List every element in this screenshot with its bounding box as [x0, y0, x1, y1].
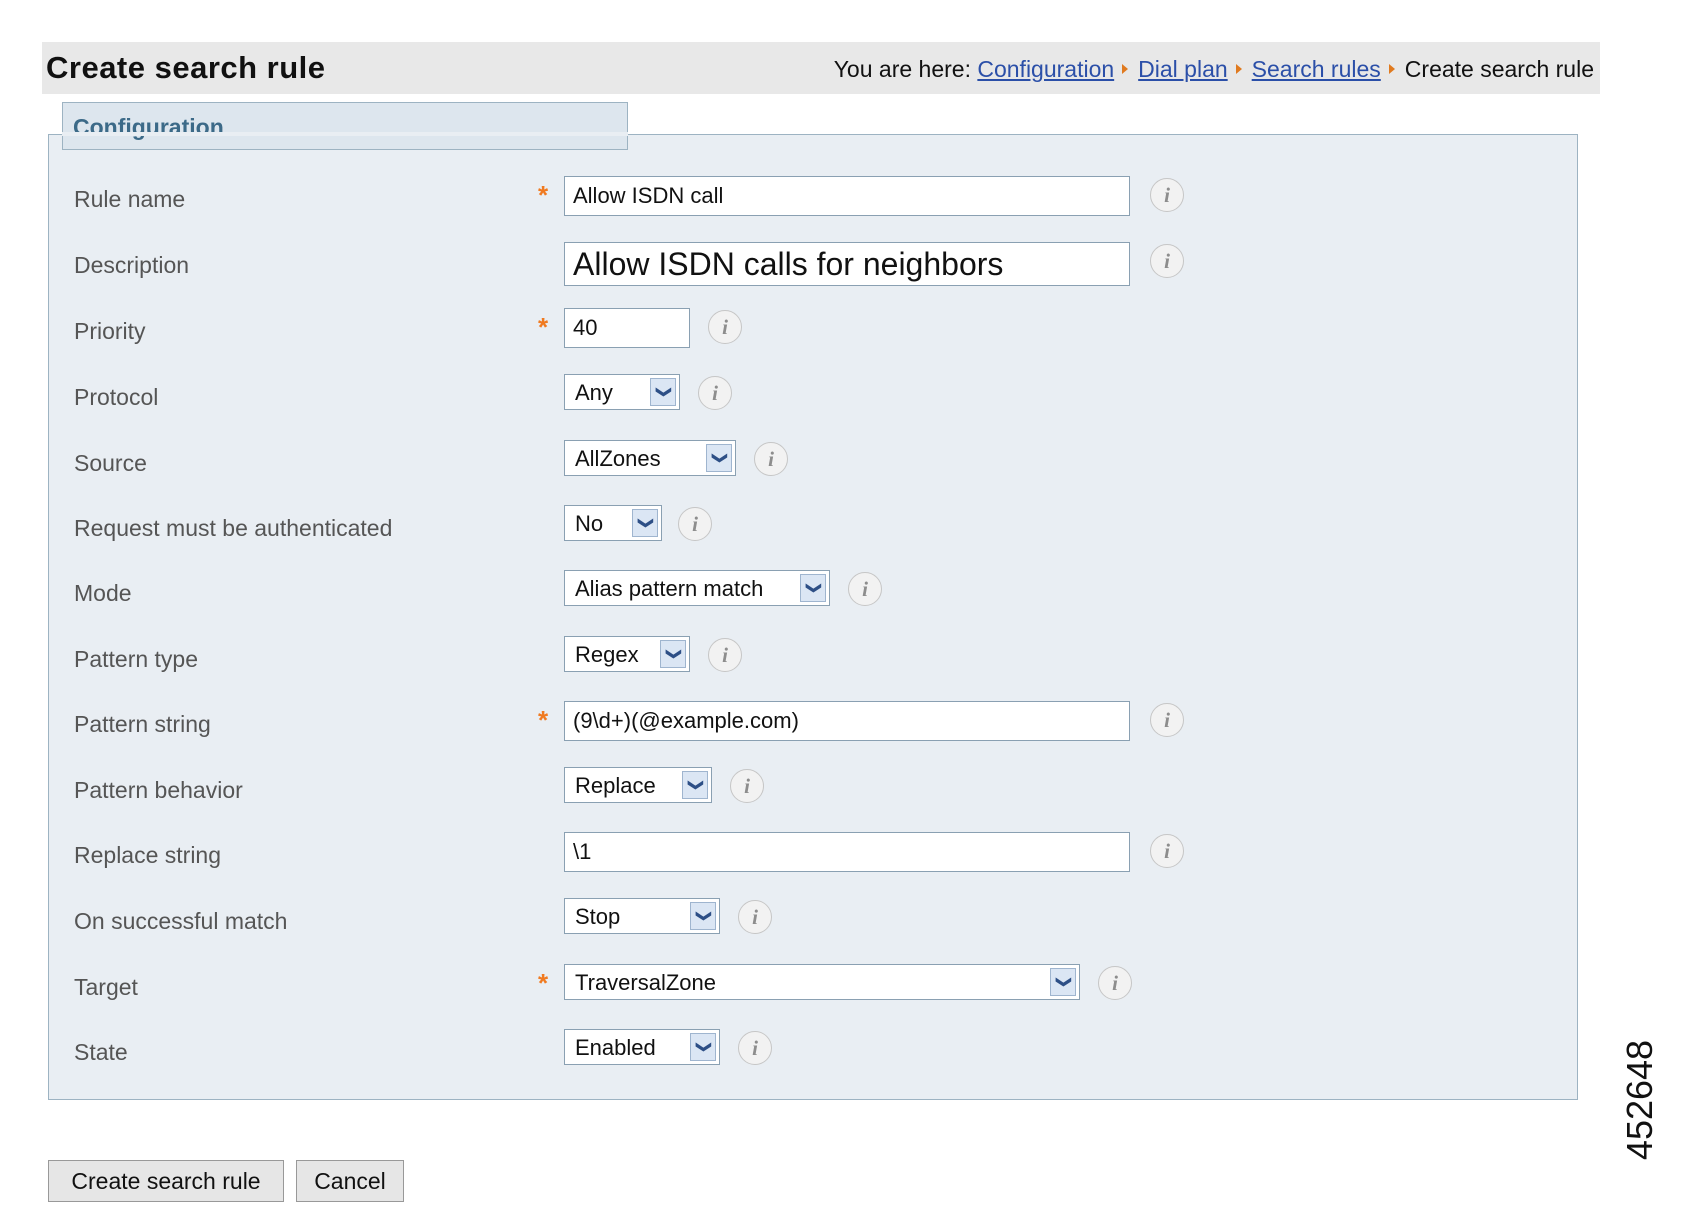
form-row-priority: Priority * i	[48, 308, 1578, 352]
on-successful-match-label: On successful match	[74, 908, 288, 934]
breadcrumb-current: Create search rule	[1404, 56, 1594, 82]
priority-input[interactable]	[565, 309, 689, 347]
description-input[interactable]	[565, 243, 1129, 285]
required-marker: *	[538, 705, 549, 735]
chevron-down-icon[interactable]: ❯	[660, 640, 686, 668]
info-icon[interactable]: i	[708, 638, 742, 672]
protocol-value: Any	[575, 380, 613, 405]
replace-string-label: Replace string	[74, 842, 222, 868]
breadcrumb-separator-icon	[1235, 64, 1242, 75]
required-marker: *	[538, 180, 549, 210]
pattern-string-label: Pattern string	[74, 711, 211, 737]
required-marker: *	[538, 312, 549, 342]
source-value: AllZones	[575, 446, 661, 471]
section-title: Configuration	[73, 114, 224, 140]
pattern-behavior-select[interactable]: Replace ❯	[564, 767, 712, 803]
pattern-type-value: Regex	[575, 642, 639, 667]
description-field[interactable]	[564, 242, 1130, 286]
authenticated-value: No	[575, 511, 604, 536]
pattern-behavior-value: Replace	[575, 773, 656, 798]
form-row-pattern-behavior: Pattern behavior Replace ❯ i	[48, 767, 1578, 811]
pattern-string-input[interactable]	[565, 702, 1129, 740]
info-icon[interactable]: i	[698, 376, 732, 410]
create-search-rule-button[interactable]: Create search rule	[48, 1160, 284, 1202]
protocol-select[interactable]: Any ❯	[564, 374, 680, 410]
info-icon[interactable]: i	[708, 310, 742, 344]
breadcrumb-link-configuration[interactable]: Configuration	[977, 56, 1114, 82]
rule-name-input[interactable]	[565, 177, 1129, 215]
info-icon[interactable]: i	[754, 442, 788, 476]
chevron-down-icon[interactable]: ❯	[706, 444, 732, 472]
form-row-mode: Mode Alias pattern match ❯ i	[48, 570, 1578, 614]
form-row-authenticated: Request must be authenticated No ❯ i	[48, 505, 1578, 549]
priority-label: Priority	[74, 318, 146, 344]
info-icon[interactable]: i	[1098, 966, 1132, 1000]
chevron-down-icon[interactable]: ❯	[690, 1033, 716, 1061]
form-row-source: Source AllZones ❯ i	[48, 440, 1578, 484]
pattern-string-field[interactable]	[564, 701, 1130, 741]
info-icon[interactable]: i	[678, 507, 712, 541]
configuration-section-tab: Configuration	[62, 102, 628, 150]
form-row-protocol: Protocol Any ❯ i	[48, 374, 1578, 418]
target-label: Target	[74, 974, 138, 1000]
info-icon[interactable]: i	[848, 572, 882, 606]
state-select[interactable]: Enabled ❯	[564, 1029, 720, 1065]
source-select[interactable]: AllZones ❯	[564, 440, 736, 476]
chevron-down-icon[interactable]: ❯	[632, 509, 658, 537]
state-value: Enabled	[575, 1035, 656, 1060]
form-row-pattern-type: Pattern type Regex ❯ i	[48, 636, 1578, 680]
required-marker: *	[538, 968, 549, 998]
mode-select[interactable]: Alias pattern match ❯	[564, 570, 830, 606]
description-label: Description	[74, 252, 190, 278]
breadcrumb-separator-icon	[1388, 64, 1395, 75]
page-title: Create search rule	[46, 50, 326, 85]
on-successful-match-select[interactable]: Stop ❯	[564, 898, 720, 934]
source-label: Source	[74, 450, 147, 476]
info-icon[interactable]: i	[730, 769, 764, 803]
breadcrumb-link-dial-plan[interactable]: Dial plan	[1138, 56, 1228, 82]
replace-string-field[interactable]	[564, 832, 1130, 872]
mode-value: Alias pattern match	[575, 576, 764, 601]
info-icon[interactable]: i	[1150, 834, 1184, 868]
info-icon[interactable]: i	[1150, 178, 1184, 212]
breadcrumb: You are here: Configuration Dial plan Sear…	[834, 56, 1594, 83]
info-icon[interactable]: i	[738, 900, 772, 934]
info-icon[interactable]: i	[738, 1031, 772, 1065]
priority-field[interactable]	[564, 308, 690, 348]
on-successful-match-value: Stop	[575, 904, 621, 929]
pattern-type-label: Pattern type	[74, 646, 199, 672]
state-label: State	[74, 1039, 128, 1065]
target-value: TraversalZone	[575, 970, 717, 995]
form-row-target: Target * TraversalZone ❯ i	[48, 964, 1578, 1008]
pattern-behavior-label: Pattern behavior	[74, 777, 243, 803]
chevron-down-icon[interactable]: ❯	[800, 574, 826, 602]
form-row-state: State Enabled ❯ i	[48, 1029, 1578, 1073]
chevron-down-icon[interactable]: ❯	[650, 378, 676, 406]
authenticated-label: Request must be authenticated	[74, 515, 393, 541]
breadcrumb-link-search-rules[interactable]: Search rules	[1252, 56, 1381, 82]
rule-name-field[interactable]	[564, 176, 1130, 216]
form-row-on-successful-match: On successful match Stop ❯ i	[48, 898, 1578, 942]
info-icon[interactable]: i	[1150, 703, 1184, 737]
breadcrumb-separator-icon	[1122, 64, 1129, 75]
authenticated-select[interactable]: No ❯	[564, 505, 662, 541]
form-row-rule-name: Rule name * i	[48, 176, 1578, 220]
breadcrumb-prefix: You are here:	[833, 56, 971, 82]
chevron-down-icon[interactable]: ❯	[690, 902, 716, 930]
replace-string-input[interactable]	[565, 833, 1129, 871]
chevron-down-icon[interactable]: ❯	[682, 771, 708, 799]
target-select[interactable]: TraversalZone ❯	[564, 964, 1080, 1000]
form-row-pattern-string: Pattern string * i	[48, 701, 1578, 745]
form-row-replace-string: Replace string i	[48, 832, 1578, 876]
page-header: Create search rule You are here: Configu…	[42, 42, 1600, 94]
pattern-type-select[interactable]: Regex ❯	[564, 636, 690, 672]
form-row-description: Description i	[48, 242, 1578, 286]
chevron-down-icon[interactable]: ❯	[1050, 968, 1076, 996]
mode-label: Mode	[74, 580, 132, 606]
info-icon[interactable]: i	[1150, 244, 1184, 278]
cancel-button[interactable]: Cancel	[296, 1160, 404, 1202]
rule-name-label: Rule name	[74, 186, 186, 212]
figure-id-label: 452648	[1619, 1039, 1660, 1161]
protocol-label: Protocol	[74, 384, 159, 410]
